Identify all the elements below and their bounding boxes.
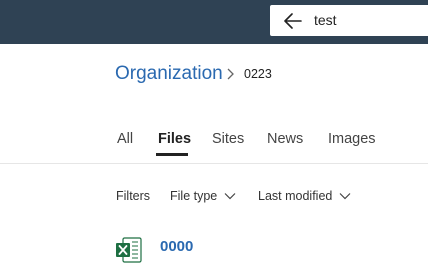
tab-files[interactable]: Files [158,131,191,147]
back-arrow-icon[interactable] [284,13,302,29]
chevron-right-icon [227,68,234,80]
tab-bar: All Files Sites News Images [0,122,428,164]
chevron-down-icon [339,193,351,200]
tabs-divider [0,163,428,164]
tab-images[interactable]: Images [328,131,376,147]
chevron-down-icon [224,193,236,200]
tab-news[interactable]: News [267,131,303,147]
breadcrumb-current: 0223 [244,67,272,81]
result-link[interactable]: 0000 [160,238,193,255]
file-type-dropdown[interactable]: File type [170,186,236,206]
last-modified-label: Last modified [258,189,333,203]
filters-label: Filters [116,189,151,203]
search-box[interactable]: test [270,5,428,36]
breadcrumb-organization-link[interactable]: Organization [115,63,223,85]
tab-all[interactable]: All [117,131,133,147]
file-type-label: File type [170,189,218,203]
top-bar: test [0,0,428,44]
search-input[interactable]: test [314,12,337,28]
excel-file-icon [116,237,142,263]
tab-sites[interactable]: Sites [212,131,244,147]
active-tab-indicator [156,153,188,156]
last-modified-dropdown[interactable]: Last modified [258,186,351,206]
